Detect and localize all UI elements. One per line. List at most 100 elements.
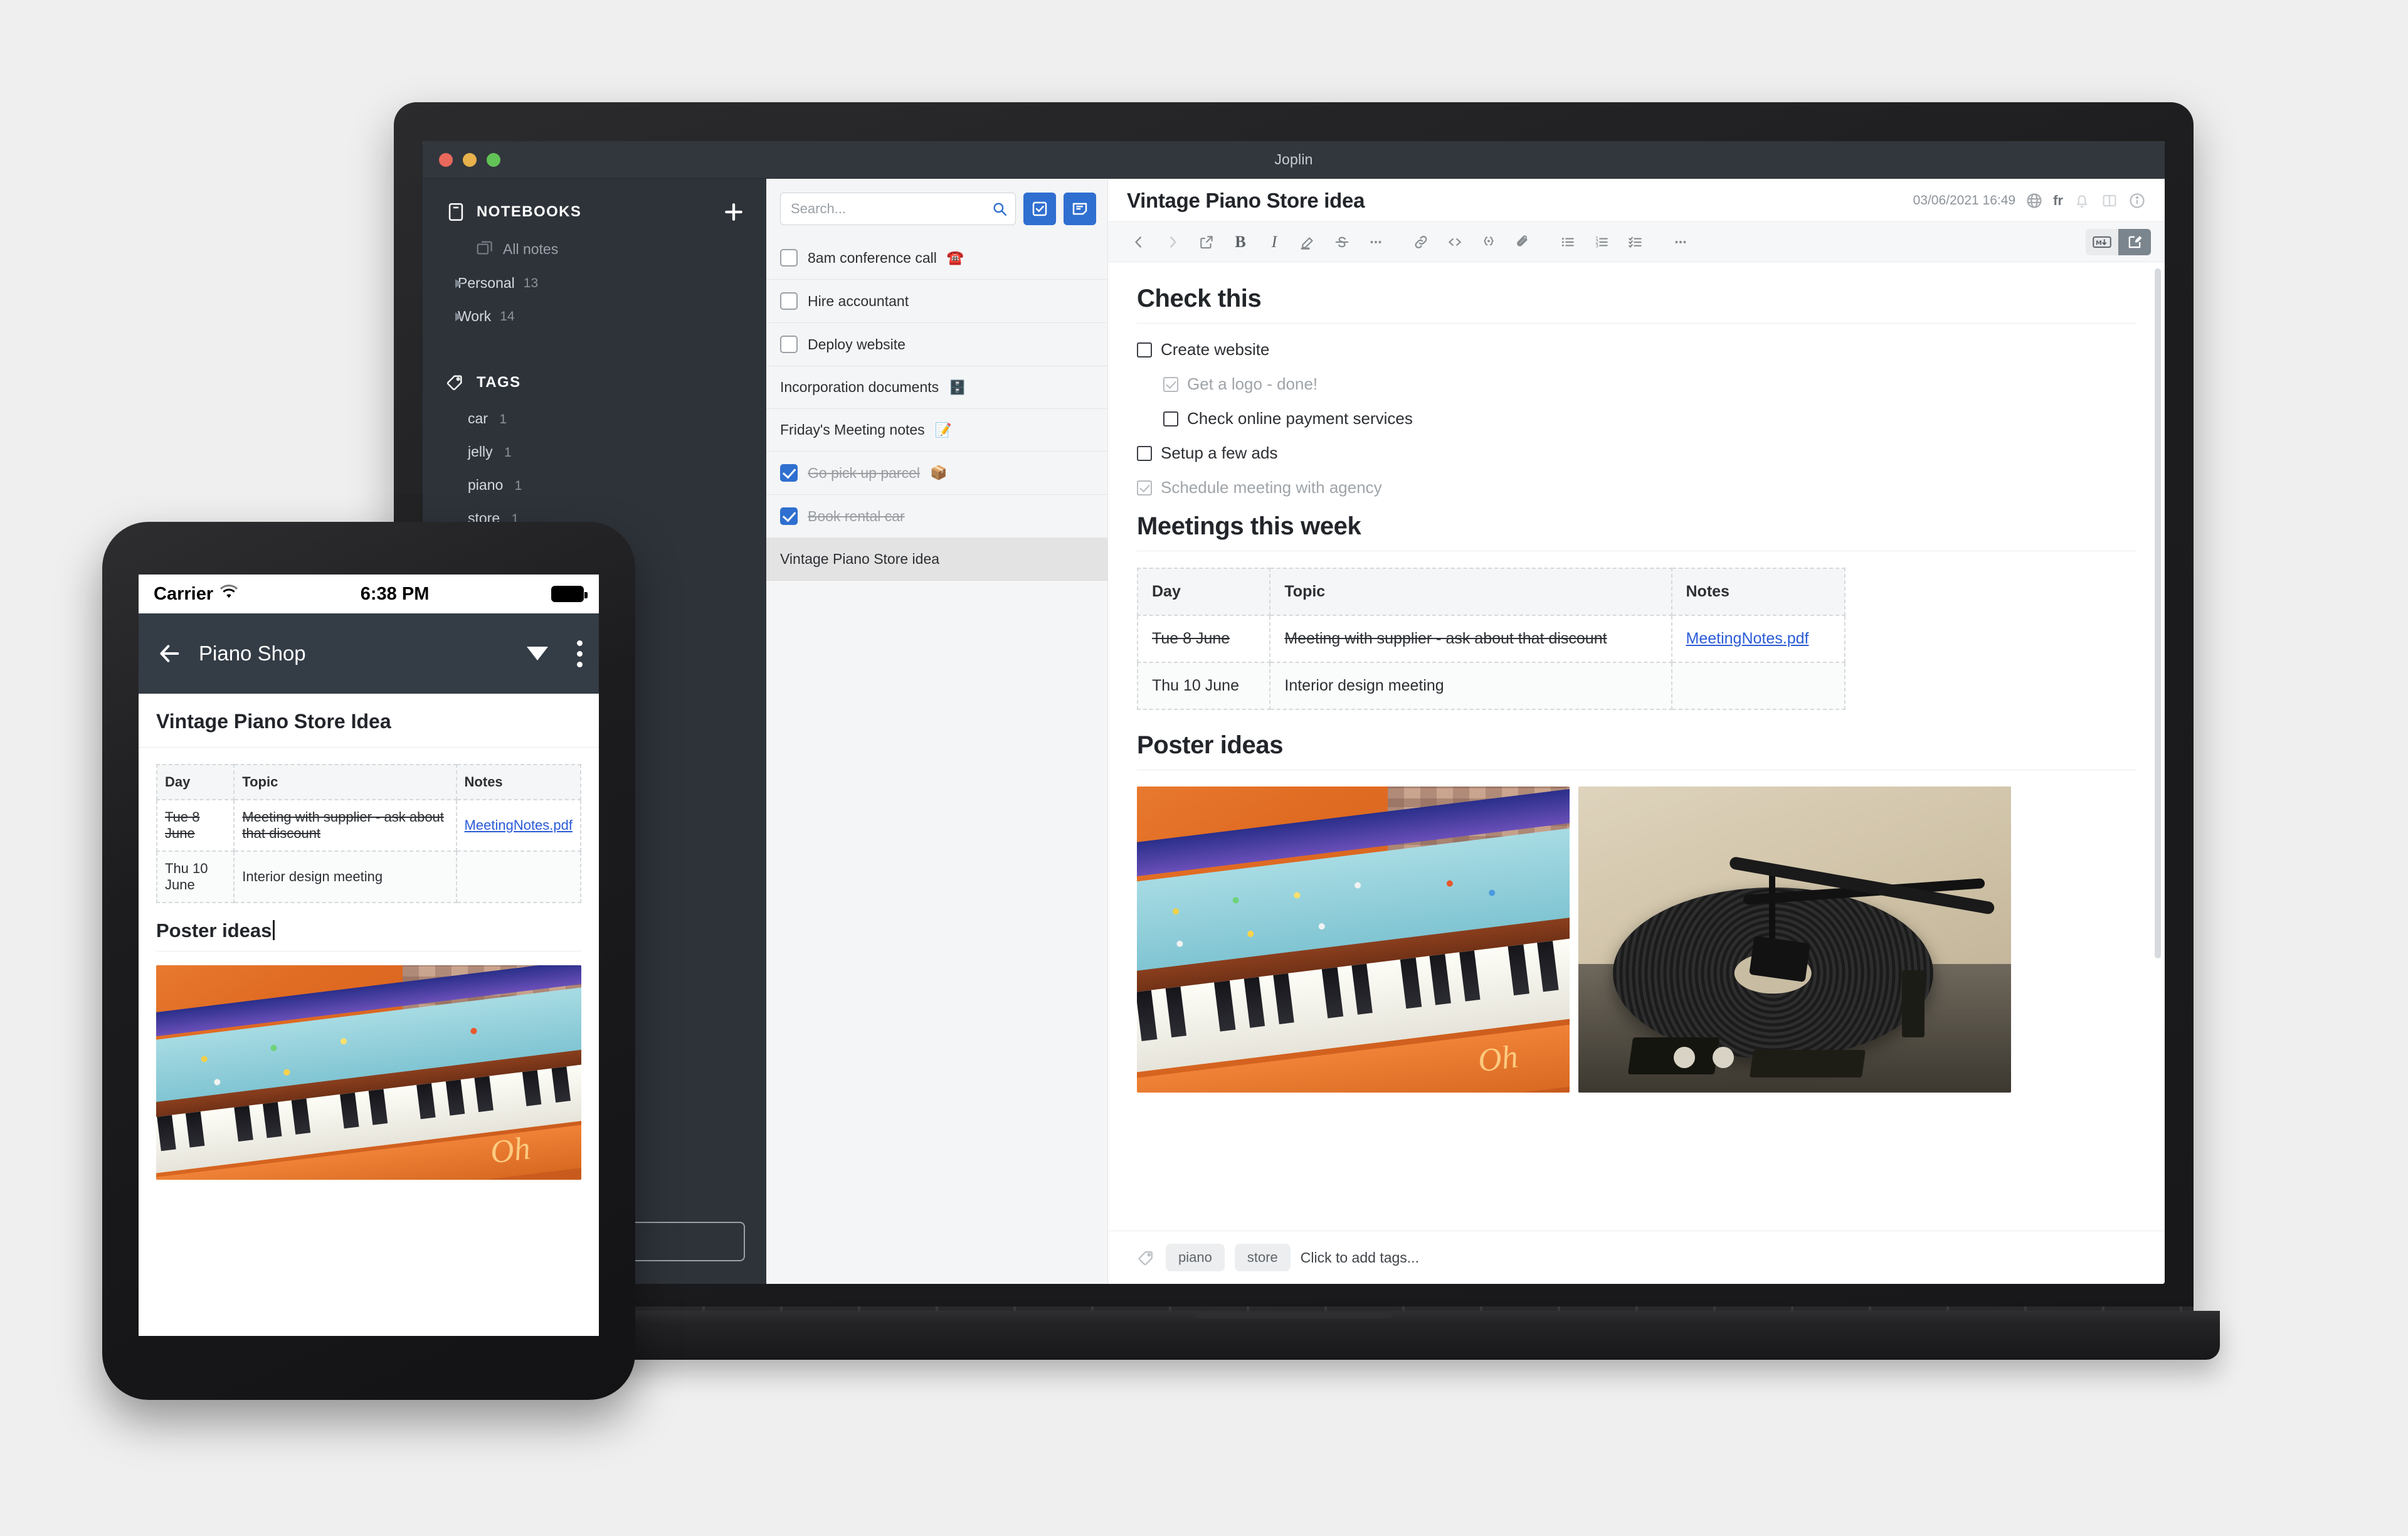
sidebar-tag-piano[interactable]: piano 1 bbox=[423, 469, 766, 502]
table-cell: MeetingNotes.pdf bbox=[455, 799, 582, 852]
back-icon[interactable] bbox=[1122, 230, 1156, 255]
editor-toolbar: B I 1 2 3 M bbox=[1108, 222, 2165, 262]
note-list-item[interactable]: Go pick up parcel 📦 bbox=[766, 452, 1107, 495]
new-note-button[interactable] bbox=[1064, 193, 1096, 225]
note-list-item[interactable]: Vintage Piano Store idea bbox=[766, 538, 1107, 581]
attachment-link[interactable]: MeetingNotes.pdf bbox=[1686, 630, 1809, 647]
todo-item[interactable]: Check online payment services bbox=[1163, 409, 2136, 428]
add-tags-hint[interactable]: Click to add tags... bbox=[1301, 1249, 1419, 1266]
note-list-item[interactable]: Hire accountant bbox=[766, 280, 1107, 323]
chevron-right-icon[interactable] bbox=[455, 312, 462, 321]
maximize-window-button[interactable] bbox=[487, 152, 500, 167]
new-todo-button[interactable] bbox=[1023, 193, 1056, 225]
phone-note-title[interactable]: Vintage Piano Store Idea bbox=[139, 694, 599, 748]
note-properties-info-icon[interactable] bbox=[2128, 192, 2146, 209]
note-todo-checkbox[interactable] bbox=[780, 336, 798, 353]
todo-item[interactable]: Schedule meeting with agency bbox=[1137, 478, 2136, 497]
numbered-list-icon[interactable]: 123 bbox=[1585, 230, 1619, 255]
note-title-field[interactable]: Vintage Piano Store idea bbox=[1127, 189, 1365, 213]
rich-text-editor-button[interactable] bbox=[2118, 228, 2151, 255]
back-arrow-icon[interactable] bbox=[155, 641, 184, 666]
italic-button[interactable]: I bbox=[1257, 230, 1291, 255]
table-cell: Interior design meeting bbox=[233, 850, 457, 903]
open-external-icon[interactable] bbox=[1190, 230, 1223, 255]
note-todo-checkbox[interactable] bbox=[780, 249, 798, 267]
chevron-down-icon[interactable] bbox=[527, 647, 548, 660]
battery-icon bbox=[551, 586, 588, 602]
phone-table-wrapper: Day Topic Notes Tue 8 June Meeting with s… bbox=[139, 748, 599, 903]
note-list-item[interactable]: Book rental car bbox=[766, 495, 1107, 538]
editor-mode-group: M bbox=[2086, 228, 2151, 255]
note-list-item[interactable]: Deploy website bbox=[766, 323, 1107, 366]
phone-heading-poster-ideas: Poster ideas bbox=[139, 903, 599, 951]
highlight-icon[interactable] bbox=[1291, 230, 1325, 255]
todo-checkbox[interactable] bbox=[1137, 480, 1152, 495]
note-list-item[interactable]: 8am conference call ☎️ bbox=[766, 236, 1107, 280]
sidebar-tag-car[interactable]: car 1 bbox=[423, 402, 766, 435]
phone-piano-photo[interactable]: Oh bbox=[156, 965, 581, 1180]
minimize-window-button[interactable] bbox=[463, 152, 477, 167]
overflow-menu-icon[interactable] bbox=[563, 640, 583, 667]
piano-photo[interactable]: Oh bbox=[1137, 787, 1570, 1093]
table-cell: Thu 10 June bbox=[1136, 662, 1271, 710]
turntable-knob bbox=[1712, 1046, 1734, 1068]
checkbox-list-icon[interactable] bbox=[1619, 230, 1652, 255]
search-input[interactable] bbox=[791, 201, 985, 217]
turntable-photo[interactable] bbox=[1578, 787, 2011, 1093]
markdown-editor-button[interactable]: M bbox=[2086, 228, 2118, 255]
sidebar-item-count: 14 bbox=[500, 309, 515, 324]
todo-item[interactable]: Setup a few ads bbox=[1137, 443, 2136, 463]
italic-label: I bbox=[1271, 232, 1277, 251]
bulleted-list-icon[interactable] bbox=[1551, 230, 1585, 255]
carrier-label: Carrier bbox=[154, 583, 214, 604]
toggle-layout-icon[interactable] bbox=[2101, 192, 2118, 209]
notebooks-section-header: NOTEBOOKS bbox=[423, 193, 766, 231]
note-list-item[interactable]: Incorporation documents 🗄️ bbox=[766, 366, 1107, 409]
strikethrough-icon[interactable] bbox=[1325, 230, 1359, 255]
phone-app-bar: Piano Shop bbox=[139, 613, 599, 694]
globe-icon[interactable] bbox=[2025, 192, 2043, 209]
sidebar-item-all-notes[interactable]: All notes bbox=[423, 231, 766, 267]
sidebar-item-label: Personal bbox=[458, 275, 515, 291]
editor-mode-toggle: M bbox=[2086, 228, 2151, 255]
search-box[interactable] bbox=[780, 193, 1016, 225]
note-list-item[interactable]: Friday's Meeting notes 📝 bbox=[766, 409, 1107, 452]
laptop-device: Joplin NOTEBOOKS All notes Personal 13 W… bbox=[364, 102, 2220, 1360]
note-todo-checkbox[interactable] bbox=[780, 464, 798, 482]
attach-paperclip-icon[interactable] bbox=[1506, 230, 1539, 255]
link-icon[interactable] bbox=[1404, 230, 1438, 255]
bold-button[interactable]: B bbox=[1223, 230, 1257, 255]
attachment-link[interactable]: MeetingNotes.pdf bbox=[465, 817, 573, 833]
todo-checkbox[interactable] bbox=[1137, 342, 1152, 358]
todo-checkbox[interactable] bbox=[1163, 411, 1178, 426]
all-notes-icon bbox=[475, 240, 494, 258]
sidebar-item-work[interactable]: Work 14 bbox=[423, 300, 766, 333]
note-tag-piano[interactable]: piano bbox=[1166, 1244, 1225, 1271]
editor-vertical-scrollbar[interactable] bbox=[2155, 268, 2161, 958]
more-format-icon[interactable] bbox=[1359, 230, 1393, 255]
inline-code-icon[interactable] bbox=[1438, 230, 1472, 255]
forward-icon[interactable] bbox=[1156, 230, 1190, 255]
chevron-right-icon[interactable] bbox=[455, 278, 462, 288]
note-body-scroll-area[interactable]: Check this Create website Get a logo - do… bbox=[1108, 262, 2165, 1231]
note-todo-checkbox[interactable] bbox=[780, 507, 798, 525]
todo-item[interactable]: Get a logo - done! bbox=[1163, 374, 2136, 394]
note-todo-checkbox[interactable] bbox=[780, 292, 798, 310]
bold-label: B bbox=[1235, 232, 1246, 251]
add-notebook-button[interactable] bbox=[721, 199, 746, 225]
todo-checkbox[interactable] bbox=[1137, 445, 1152, 461]
sidebar-item-personal[interactable]: Personal 13 bbox=[423, 267, 766, 300]
sidebar-item-label: All notes bbox=[503, 240, 559, 257]
tags-section-header: TAGS bbox=[423, 363, 766, 402]
code-block-icon[interactable] bbox=[1472, 230, 1506, 255]
alarm-bell-icon[interactable] bbox=[2073, 192, 2091, 209]
todo-item[interactable]: Create website bbox=[1137, 340, 2136, 359]
close-window-button[interactable] bbox=[439, 152, 453, 167]
note-updated-timestamp: 03/06/2021 16:49 bbox=[1913, 193, 2016, 208]
note-tag-store[interactable]: store bbox=[1234, 1244, 1291, 1271]
toolbar-overflow-icon[interactable] bbox=[1664, 230, 1698, 255]
sidebar-tag-jelly[interactable]: jelly 1 bbox=[423, 435, 766, 469]
table-cell: Tue 8 June bbox=[1136, 615, 1271, 663]
todo-checkbox[interactable] bbox=[1163, 376, 1178, 392]
